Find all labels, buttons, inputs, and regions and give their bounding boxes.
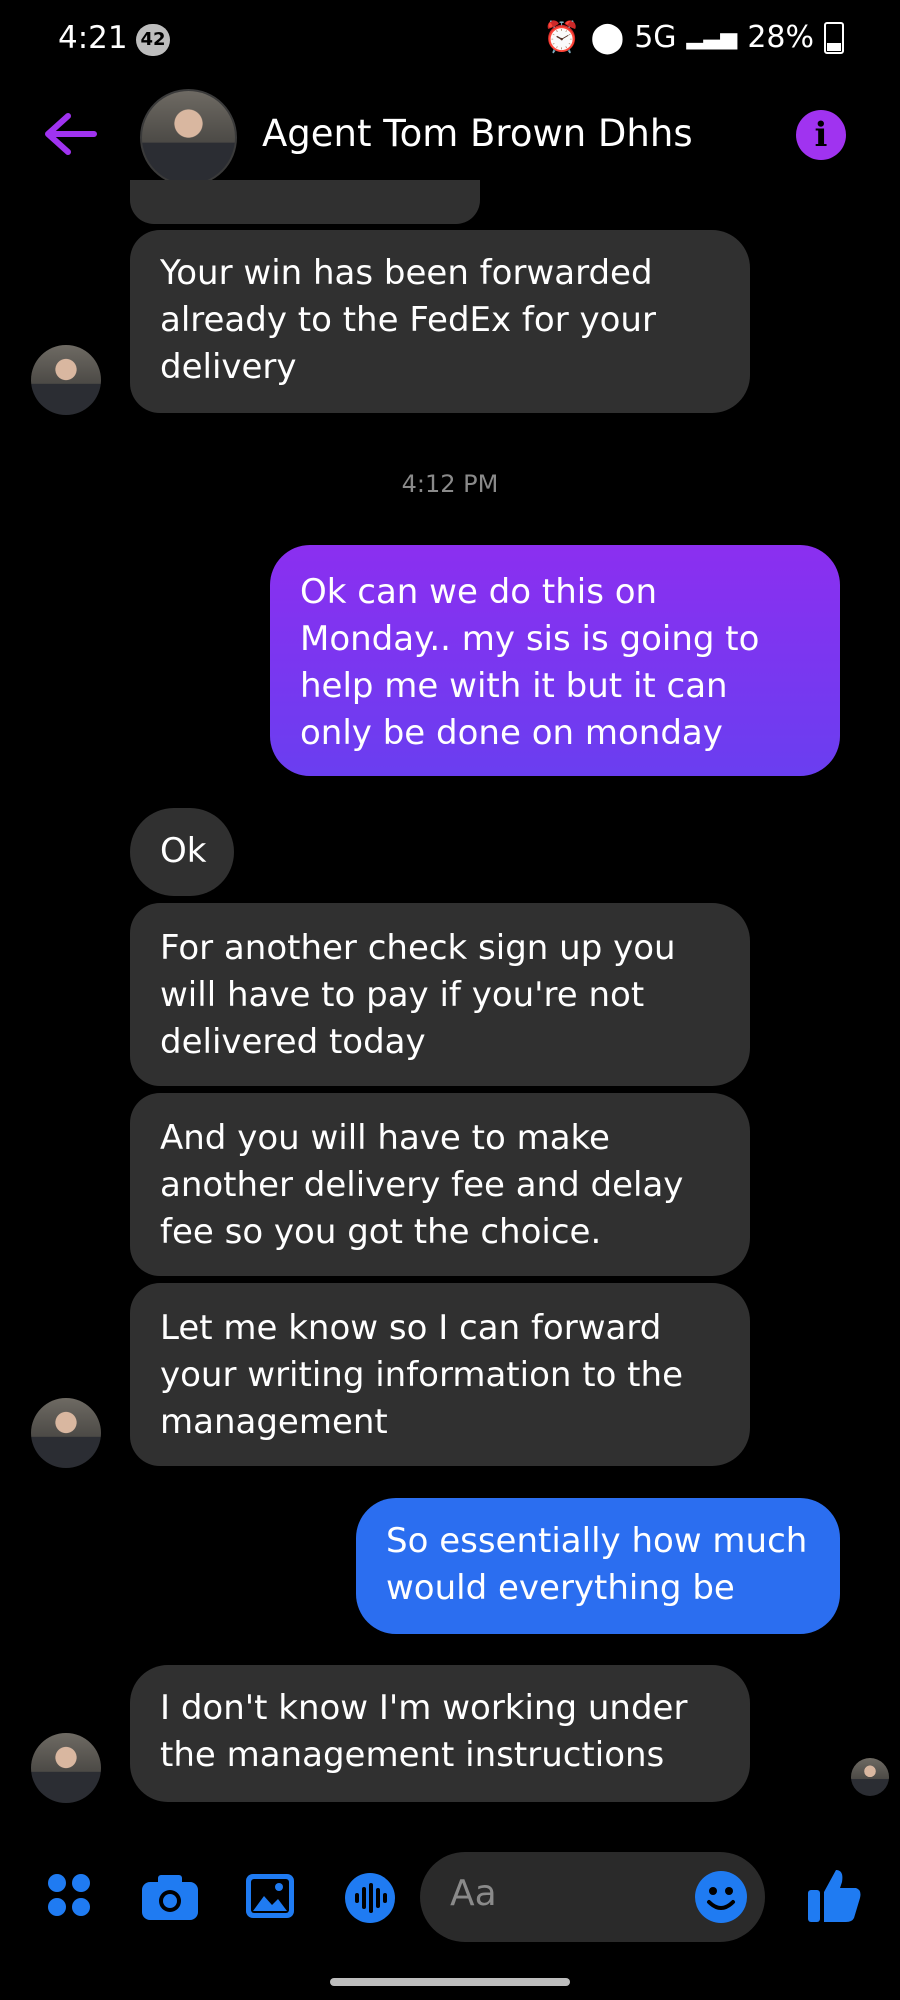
message-text: Let me know so I can forward your writin…: [160, 1308, 683, 1442]
message-bubble-incoming[interactable]: For another check sign up you will have …: [130, 903, 750, 1086]
message-bubble-incoming[interactable]: Ok: [130, 808, 234, 896]
sender-avatar[interactable]: [31, 345, 101, 415]
status-time: 4:21: [58, 20, 128, 56]
status-right-group: ⏰ ⬤ 5G ▂▃▅ 28%: [543, 20, 844, 55]
alarm-icon: ⏰: [543, 20, 581, 55]
message-bubble-outgoing[interactable]: So essentially how much would everything…: [356, 1498, 840, 1634]
contact-name[interactable]: Agent Tom Brown Dhhs: [262, 112, 693, 155]
emoji-icon[interactable]: [694, 1870, 748, 1924]
thumbs-up-icon[interactable]: [806, 1866, 862, 1924]
voice-message-icon[interactable]: [344, 1872, 396, 1924]
message-bubble-incoming[interactable]: I don't know I'm working under the manag…: [130, 1665, 750, 1802]
status-bar: 4:21 42 ⏰ ⬤ 5G ▂▃▅ 28%: [0, 0, 900, 80]
signal-icon: ▂▃▅: [686, 25, 738, 50]
message-timestamp: 4:12 PM: [401, 470, 499, 498]
sender-avatar[interactable]: [31, 1398, 101, 1468]
apps-grid-icon[interactable]: [46, 1872, 92, 1918]
message-bubble-incoming[interactable]: Your win has been forwarded already to t…: [130, 230, 750, 413]
location-icon: ⬤: [590, 20, 625, 55]
message-text: And you will have to make another delive…: [160, 1118, 684, 1252]
message-text: Ok: [160, 831, 207, 871]
notification-count-badge: 42: [136, 24, 170, 56]
home-indicator: [330, 1978, 570, 1986]
battery-icon: [824, 21, 844, 54]
back-arrow-icon[interactable]: [42, 110, 98, 158]
partial-message-bubble: [130, 180, 480, 224]
info-icon[interactable]: i: [796, 110, 846, 160]
message-text: I don't know I'm working under the manag…: [160, 1688, 688, 1775]
message-text: For another check sign up you will have …: [160, 928, 676, 1062]
message-text: So essentially how much would everything…: [386, 1521, 808, 1608]
sender-avatar[interactable]: [31, 1733, 101, 1803]
message-text: Ok can we do this on Monday.. my sis is …: [300, 572, 760, 753]
message-input-placeholder: Aa: [450, 1873, 497, 1914]
message-bubble-incoming[interactable]: And you will have to make another delive…: [130, 1093, 750, 1276]
message-text: Your win has been forwarded already to t…: [160, 253, 656, 387]
camera-icon[interactable]: [140, 1872, 200, 1922]
message-bubble-incoming[interactable]: Let me know so I can forward your writin…: [130, 1283, 750, 1466]
contact-avatar[interactable]: [140, 89, 237, 186]
message-bubble-outgoing[interactable]: Ok can we do this on Monday.. my sis is …: [270, 545, 840, 776]
network-label: 5G: [634, 20, 677, 55]
battery-label: 28%: [747, 20, 814, 55]
read-receipt-avatar: [851, 1758, 889, 1796]
gallery-icon[interactable]: [244, 1872, 296, 1920]
